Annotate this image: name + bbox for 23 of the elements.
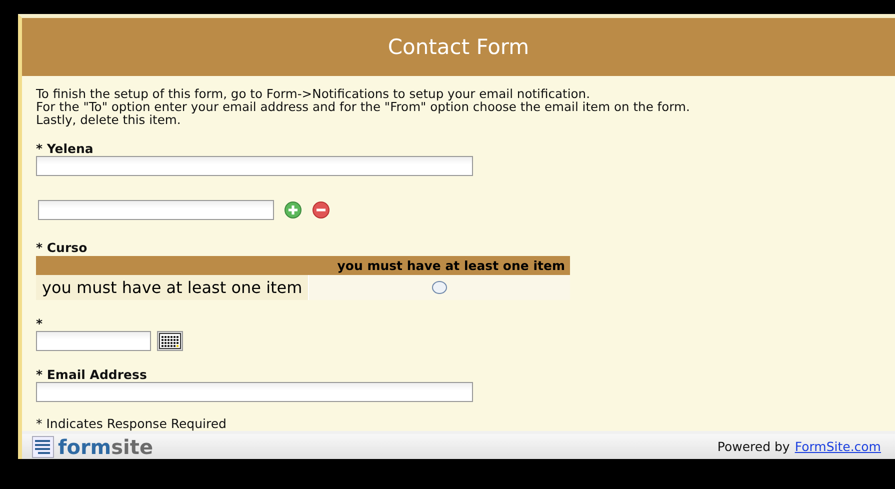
text-field[interactable] xyxy=(38,200,274,220)
remove-icon[interactable] xyxy=(312,201,330,220)
row-label: you must have at least one item xyxy=(36,275,309,300)
form-title: Contact Form xyxy=(388,35,530,60)
text-field[interactable] xyxy=(36,156,473,176)
logo-wordmark: formsite xyxy=(58,434,154,459)
column-header: you must have at least one item xyxy=(308,256,570,276)
instruction-text: To finish the setup of this form, go to Form->Notifications to setup your email notification. xyxy=(36,88,591,102)
text-field[interactable] xyxy=(36,382,473,402)
field-label: * Email Address xyxy=(36,367,148,382)
instruction-text: For the "To" option enter your email address and for the "From" option choose the email item on the form. xyxy=(36,101,691,114)
field-label: * xyxy=(36,316,44,332)
field-label: * Curso xyxy=(36,240,88,256)
required-note: * Indicates Response Required xyxy=(36,416,228,432)
formsite-link[interactable]: FormSite.com xyxy=(794,439,881,454)
calendar-icon[interactable] xyxy=(157,331,183,352)
list-icon xyxy=(32,436,54,458)
date-field[interactable] xyxy=(36,331,151,352)
powered-by-text: Powered by xyxy=(717,439,790,454)
field-label: * Yelena xyxy=(36,141,94,156)
radio-button[interactable] xyxy=(432,281,448,294)
instruction-text: Lastly, delete this item. xyxy=(36,114,182,128)
add-icon[interactable] xyxy=(284,201,302,220)
